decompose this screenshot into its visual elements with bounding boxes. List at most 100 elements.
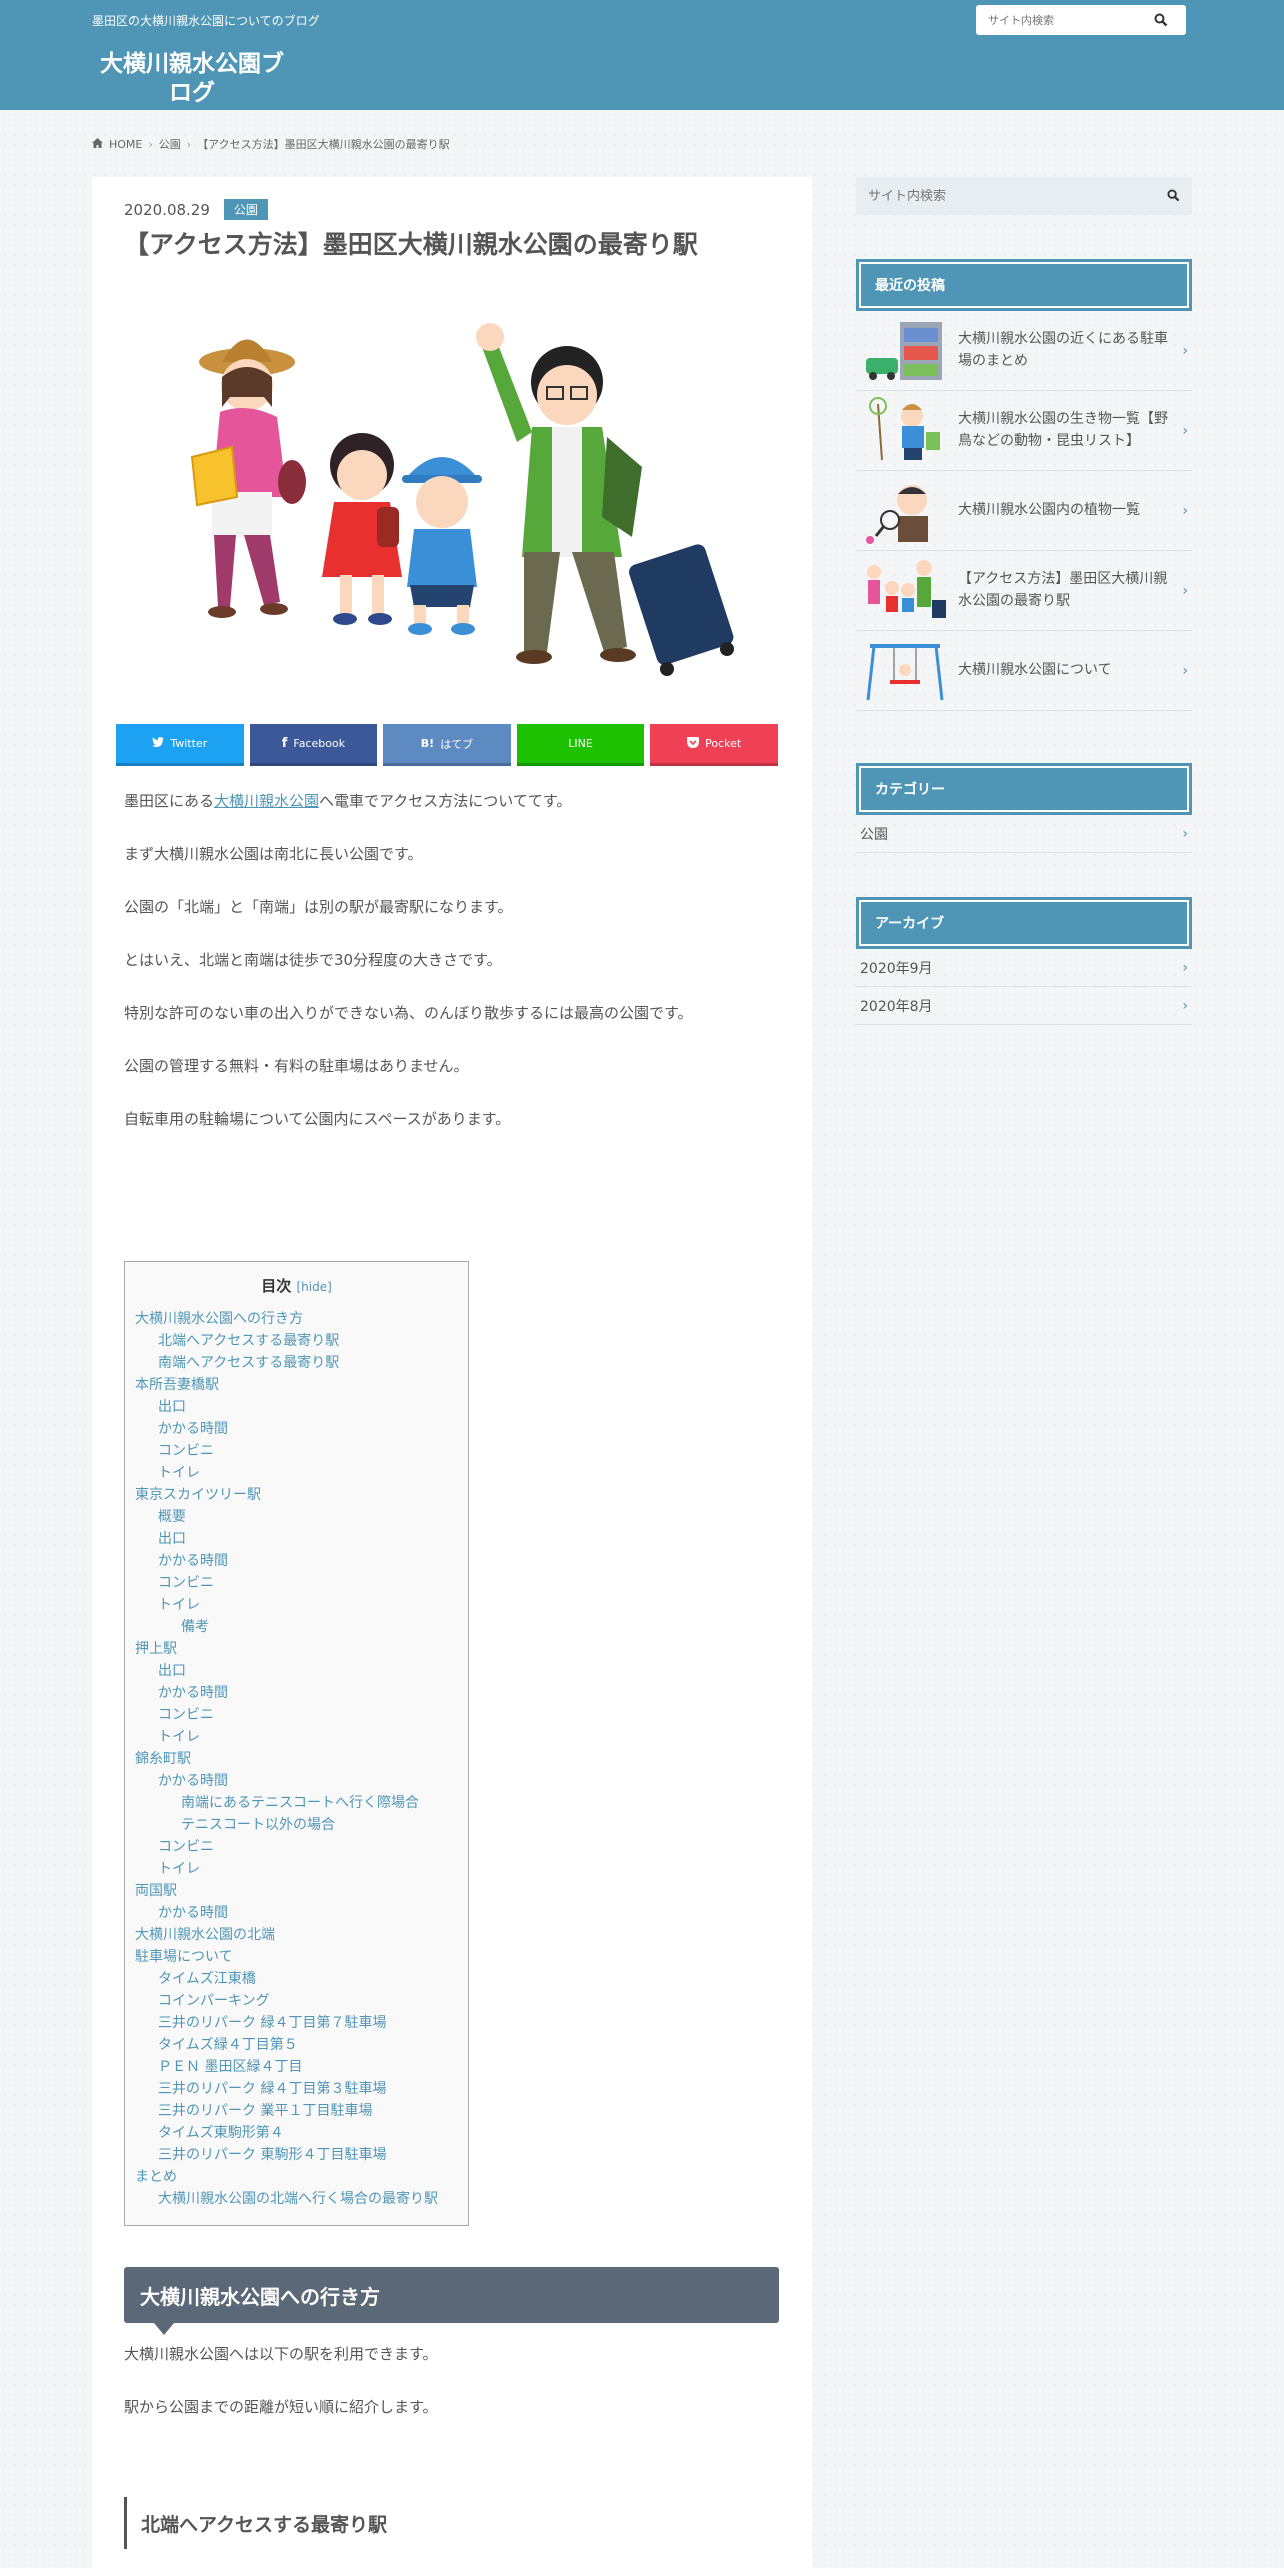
hatena-share-label: はてブ	[440, 737, 474, 751]
intro-paragraph: 自転車用の駐輪場について公園内にスペースがあります。	[124, 1110, 511, 1128]
toc-link[interactable]: 南端へアクセスする最寄り駅	[158, 1355, 339, 1371]
toc-link[interactable]: コンビニ	[158, 1443, 214, 1459]
toc-item: トイレ	[135, 1726, 458, 1748]
home-icon	[92, 137, 103, 151]
toc-link[interactable]: タイムズ東駒形第４	[158, 2125, 284, 2141]
toc-link[interactable]: 本所吾妻橋駅	[135, 1377, 219, 1393]
toc-link[interactable]: タイムズ緑４丁目第５	[158, 2037, 298, 2053]
breadcrumb-home-link[interactable]: HOME	[109, 138, 142, 151]
toc-link[interactable]: 両国駅	[135, 1883, 177, 1899]
recent-post-item[interactable]: 大横川親水公園内の植物一覧 ›	[856, 471, 1192, 551]
recent-post-item[interactable]: 大横川親水公園の生き物一覧【野鳥などの動物・昆虫リスト】 ›	[856, 391, 1192, 471]
chevron-right-icon: ›	[1182, 997, 1188, 1014]
toc-link[interactable]: 北端へアクセスする最寄り駅	[158, 1333, 339, 1349]
sidebar-search-input[interactable]	[868, 188, 1138, 204]
toc-link[interactable]: コンビニ	[158, 1575, 214, 1591]
toc-link[interactable]: タイムズ江東橋	[158, 1971, 256, 1987]
toc-item: 備考	[135, 1616, 458, 1638]
toc-link[interactable]: 駐車場について	[135, 1949, 233, 1965]
subsection-heading: 北端へアクセスする最寄り駅	[124, 2497, 779, 2549]
toc-hide-toggle[interactable]: [hide]	[296, 1280, 331, 1294]
toc-link[interactable]: トイレ	[158, 1861, 200, 1877]
search-icon[interactable]	[1167, 187, 1180, 206]
toc-link[interactable]: 備考	[181, 1619, 209, 1635]
bug-catching-thumbnail	[860, 396, 950, 466]
share-buttons: Twitter f Facebook B! はてブ LINE Pocket	[116, 724, 778, 766]
line-share-button[interactable]: LINE	[516, 724, 645, 766]
header-search-input[interactable]	[976, 13, 1146, 27]
category-item[interactable]: 公園 ›	[856, 815, 1192, 853]
chevron-right-icon: ›	[1182, 422, 1188, 439]
toc-link[interactable]: 押上駅	[135, 1641, 177, 1657]
sidebar: 最近の投稿 大横川親水公園の近くにある駐車場のまとめ › 大横川親水公園の生き物…	[856, 177, 1192, 1025]
toc-link[interactable]: 概要	[158, 1509, 186, 1525]
toc-link[interactable]: 三井のリパーク 業平１丁目駐車場	[158, 2103, 372, 2119]
chevron-right-icon: ›	[1182, 825, 1188, 842]
toc-link[interactable]: コンビニ	[158, 1839, 214, 1855]
toc-link[interactable]: トイレ	[158, 1729, 200, 1745]
breadcrumb-category-link[interactable]: 公園	[159, 136, 181, 152]
twitter-share-button[interactable]: Twitter	[116, 724, 244, 766]
toc-item: 三井のリパーク 業平１丁目駐車場	[135, 2100, 458, 2122]
toc-item: 三井のリパーク 緑４丁目第３駐車場	[135, 2078, 458, 2100]
toc-link[interactable]: 南端にあるテニスコートへ行く際場合	[181, 1795, 419, 1811]
category-label: 公園	[860, 826, 888, 843]
site-title[interactable]: 大横川親水公園ブログ	[92, 50, 292, 108]
chevron-right-icon: ›	[1182, 662, 1188, 679]
toc-link[interactable]: 大横川親水公園への行き方	[135, 1311, 303, 1327]
toc-link[interactable]: コインパーキング	[158, 1993, 270, 2009]
hatena-share-button[interactable]: B! はてブ	[383, 724, 511, 766]
toc-link[interactable]: 出口	[158, 1663, 186, 1679]
main-article: 2020.08.29 公園 【アクセス方法】墨田区大横川親水公園の最寄り駅 Tw…	[92, 177, 812, 2568]
toc-link[interactable]: 出口	[158, 1531, 186, 1547]
toc-link[interactable]: 出口	[158, 1399, 186, 1415]
toc-item: 出口	[135, 1396, 458, 1418]
toc-item: 南端にあるテニスコートへ行く際場合	[135, 1792, 458, 1814]
post-category-badge[interactable]: 公園	[223, 199, 268, 220]
post-title: 【アクセス方法】墨田区大横川親水公園の最寄り駅	[124, 230, 698, 259]
toc-item: 南端へアクセスする最寄り駅	[135, 1352, 458, 1374]
toc-link[interactable]: かかる時間	[158, 1773, 228, 1789]
recent-post-title: 【アクセス方法】墨田区大横川親水公園の最寄り駅	[958, 570, 1168, 609]
toc-link[interactable]: かかる時間	[158, 1905, 228, 1921]
site-tagline: 墨田区の大横川親水公園についてのブログ	[92, 14, 320, 28]
toc-link[interactable]: かかる時間	[158, 1553, 228, 1569]
archive-item[interactable]: 2020年9月 ›	[856, 949, 1192, 987]
toc-link[interactable]: 三井のリパーク 緑４丁目第３駐車場	[158, 2081, 386, 2097]
recent-post-item[interactable]: 【アクセス方法】墨田区大横川親水公園の最寄り駅 ›	[856, 551, 1192, 631]
pocket-share-button[interactable]: Pocket	[650, 724, 778, 766]
search-icon[interactable]	[1146, 5, 1176, 35]
recent-post-item[interactable]: 大横川親水公園について ›	[856, 631, 1192, 711]
toc-link[interactable]: 錦糸町駅	[135, 1751, 191, 1767]
recent-post-title: 大横川親水公園について	[958, 661, 1112, 678]
intro-paragraph: 墨田区にある大横川親水公園へ電車でアクセス方法についててす。	[124, 789, 784, 842]
toc-link[interactable]: 三井のリパーク 東駒形４丁目駐車場	[158, 2147, 386, 2163]
intro-paragraph: 特別な許可のない車の出入りができない為、のんぼり散歩するには最高の公園です。	[124, 1004, 693, 1022]
toc-link[interactable]: 三井のリパーク 緑４丁目第７駐車場	[158, 2015, 386, 2031]
toc-link[interactable]: ＰＥＮ 墨田区緑４丁目	[158, 2059, 302, 2075]
facebook-share-button[interactable]: f Facebook	[249, 724, 378, 766]
section-paragraph: 大横川親水公園へは以下の駅を利用できます。	[124, 2345, 438, 2363]
archive-item[interactable]: 2020年8月 ›	[856, 987, 1192, 1025]
toc-link[interactable]: テニスコート以外の場合	[181, 1817, 335, 1833]
recent-post-title: 大横川親水公園の生き物一覧【野鳥などの動物・昆虫リスト】	[958, 410, 1168, 449]
park-link[interactable]: 大横川親水公園	[214, 792, 319, 810]
category-widget-title: カテゴリー	[856, 763, 1192, 815]
family-thumbnail	[860, 556, 950, 626]
toc-link[interactable]: 大横川親水公園の北端へ行く場合の最寄り駅	[158, 2191, 438, 2207]
recent-post-title: 大横川親水公園の近くにある駐車場のまとめ	[958, 330, 1168, 369]
toc-link[interactable]: 大横川親水公園の北端	[135, 1927, 275, 1943]
toc-link[interactable]: コンビニ	[158, 1707, 214, 1723]
toc-header: 目次 [hide]	[135, 1272, 458, 1308]
toc-link[interactable]: まとめ	[135, 2169, 177, 2185]
recent-post-item[interactable]: 大横川親水公園の近くにある駐車場のまとめ ›	[856, 311, 1192, 391]
playground-thumbnail	[860, 636, 950, 706]
intro-paragraph: 公園の「北端」と「南端」は別の駅が最寄駅になります。	[124, 898, 513, 916]
toc-link[interactable]: トイレ	[158, 1465, 200, 1481]
toc-item: 出口	[135, 1660, 458, 1682]
toc-link[interactable]: 東京スカイツリー駅	[135, 1487, 261, 1503]
chevron-right-icon: ›	[1182, 502, 1188, 519]
toc-link[interactable]: かかる時間	[158, 1421, 228, 1437]
toc-link[interactable]: トイレ	[158, 1597, 200, 1613]
toc-link[interactable]: かかる時間	[158, 1685, 228, 1701]
